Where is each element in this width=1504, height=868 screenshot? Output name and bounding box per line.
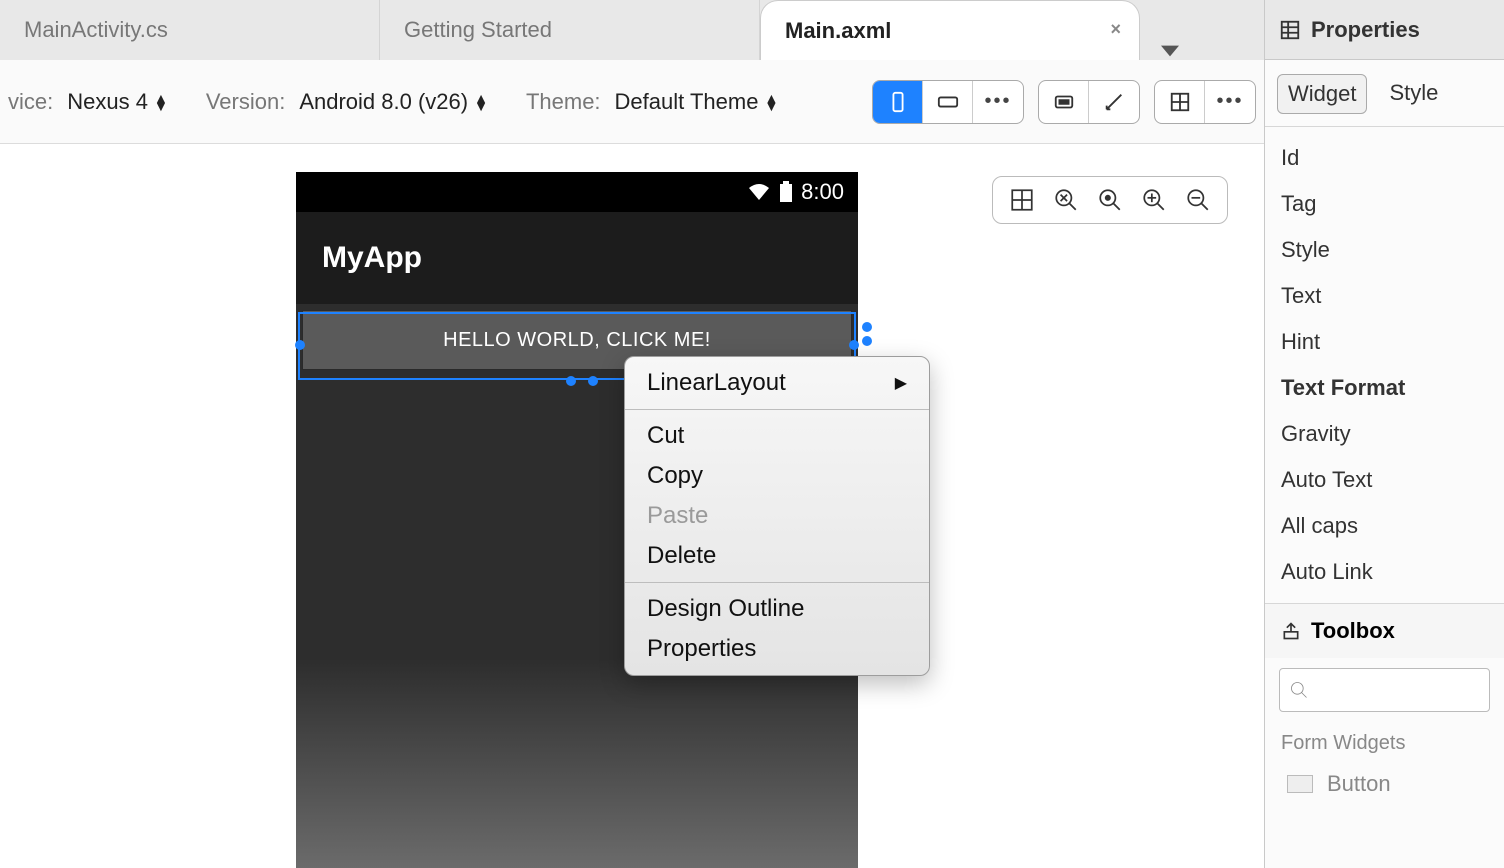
zoom-toolbar <box>992 176 1228 224</box>
prop-tag[interactable]: Tag <box>1265 181 1504 227</box>
properties-title: Properties <box>1311 17 1420 43</box>
zoom-reset-icon[interactable] <box>1053 187 1079 213</box>
properties-icon <box>1279 19 1301 41</box>
ctx-separator <box>625 409 929 410</box>
updown-icon: ▲▼ <box>764 94 778 110</box>
updown-icon: ▲▼ <box>474 94 488 110</box>
theme-label: Theme: <box>526 89 601 115</box>
device-selector[interactable]: Nexus 4 ▲▼ <box>67 89 168 115</box>
tab-widget[interactable]: Widget <box>1277 74 1367 114</box>
tab-label: MainActivity.cs <box>24 17 168 43</box>
prop-all-caps[interactable]: All caps <box>1265 503 1504 549</box>
blueprint-view-button[interactable] <box>1089 81 1139 123</box>
tab-main-axml[interactable]: Main.axml × <box>760 0 1140 60</box>
version-selector[interactable]: Android 8.0 (v26) ▲▼ <box>299 89 488 115</box>
toolbox-category: Form Widgets <box>1265 722 1504 765</box>
design-mode-group <box>1038 80 1140 124</box>
edge-handle[interactable] <box>862 336 872 346</box>
edge-handle[interactable] <box>862 322 872 332</box>
orientation-more-button[interactable]: ••• <box>973 81 1023 123</box>
resize-handle-bottom-a[interactable] <box>566 376 576 386</box>
landscape-button[interactable] <box>923 81 973 123</box>
zoom-out-icon[interactable] <box>1185 187 1211 213</box>
context-menu: LinearLayout ▶ Cut Copy Paste Delete Des… <box>624 356 930 676</box>
search-icon <box>1289 680 1309 700</box>
ctx-linearlayout[interactable]: LinearLayout ▶ <box>625 363 929 403</box>
button-swatch-icon <box>1287 775 1313 793</box>
properties-tabs: Widget Style <box>1265 60 1504 127</box>
toolbox-search-input[interactable] <box>1279 668 1490 712</box>
ctx-copy[interactable]: Copy <box>625 456 929 496</box>
toolbox-icon <box>1281 621 1301 641</box>
layout-group: ••• <box>1154 80 1256 124</box>
prop-style[interactable]: Style <box>1265 227 1504 273</box>
layout-more-button[interactable]: ••• <box>1205 81 1255 123</box>
toolbox-search-wrap <box>1265 658 1504 722</box>
device-label: vice: <box>8 89 53 115</box>
tab-style[interactable]: Style <box>1379 74 1448 114</box>
ctx-properties[interactable]: Properties <box>625 629 929 669</box>
orientation-group: ••• <box>872 80 1024 124</box>
android-statusbar: 8:00 <box>296 172 858 212</box>
design-view-button[interactable] <box>1039 81 1089 123</box>
toolbox-header: Toolbox <box>1265 603 1504 658</box>
fit-icon[interactable] <box>1009 187 1035 213</box>
prop-auto-link[interactable]: Auto Link <box>1265 549 1504 595</box>
ctx-paste: Paste <box>625 496 929 536</box>
version-label: Version: <box>206 89 286 115</box>
property-list: Id Tag Style Text Hint Text Format Gravi… <box>1265 127 1504 603</box>
grid-toggle-button[interactable] <box>1155 81 1205 123</box>
properties-panel: Properties Widget Style Id Tag Style Tex… <box>1264 0 1504 868</box>
prop-id[interactable]: Id <box>1265 135 1504 181</box>
zoom-in-icon[interactable] <box>1141 187 1167 213</box>
tab-label: Main.axml <box>785 18 891 44</box>
prop-section-text-format: Text Format <box>1265 365 1504 411</box>
resize-handle-left[interactable] <box>295 340 305 350</box>
submenu-arrow-icon: ▶ <box>895 373 907 393</box>
prop-auto-text[interactable]: Auto Text <box>1265 457 1504 503</box>
tab-mainactivity[interactable]: MainActivity.cs <box>0 0 380 60</box>
prop-hint[interactable]: Hint <box>1265 319 1504 365</box>
status-time: 8:00 <box>801 179 844 205</box>
zoom-100-icon[interactable] <box>1097 187 1123 213</box>
app-title: MyApp <box>322 241 422 275</box>
android-appbar: MyApp <box>296 212 858 304</box>
ctx-separator <box>625 582 929 583</box>
toolbox-item-button[interactable]: Button <box>1265 765 1504 803</box>
updown-icon: ▲▼ <box>154 94 168 110</box>
tab-gettingstarted[interactable]: Getting Started <box>380 0 760 60</box>
ctx-design-outline[interactable]: Design Outline <box>625 589 929 629</box>
tab-overflow-button[interactable] <box>1140 42 1200 60</box>
wifi-icon <box>747 182 771 202</box>
battery-icon <box>779 181 793 203</box>
prop-gravity[interactable]: Gravity <box>1265 411 1504 457</box>
designer-toolbar: vice: Nexus 4 ▲▼ Version: Android 8.0 (v… <box>0 60 1264 144</box>
ctx-cut[interactable]: Cut <box>625 416 929 456</box>
tab-label: Getting Started <box>404 17 552 43</box>
portrait-button[interactable] <box>873 81 923 123</box>
toolbox-title: Toolbox <box>1311 618 1395 644</box>
prop-text[interactable]: Text <box>1265 273 1504 319</box>
theme-selector[interactable]: Default Theme ▲▼ <box>615 89 779 115</box>
ctx-delete[interactable]: Delete <box>625 536 929 576</box>
properties-header: Properties <box>1265 0 1504 60</box>
close-icon[interactable]: × <box>1110 19 1121 40</box>
resize-handle-right[interactable] <box>849 340 859 350</box>
resize-handle-bottom-b[interactable] <box>588 376 598 386</box>
